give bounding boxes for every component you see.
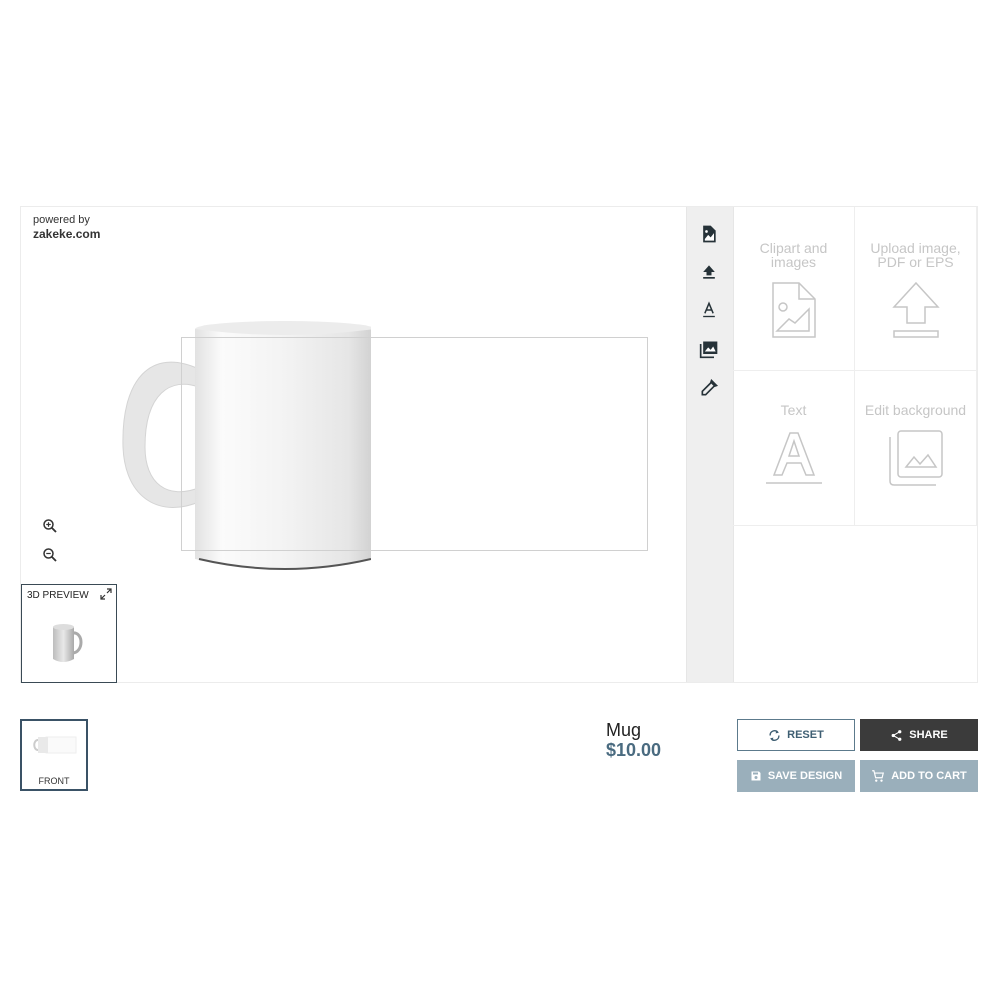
tile-edit-background[interactable]: Edit background <box>855 371 977 526</box>
photo-library-icon <box>888 430 943 486</box>
image-file-icon[interactable] <box>699 224 719 244</box>
tools-panel: Clipart and images Upload image, PDF or … <box>733 207 977 682</box>
reset-label: RESET <box>787 729 824 741</box>
tile-upload-label: Upload image, PDF or EPS <box>870 240 961 270</box>
side-label: FRONT <box>38 776 70 786</box>
upload-icon <box>891 281 940 338</box>
zoom-out-icon[interactable] <box>41 546 59 564</box>
cart-icon <box>872 770 885 782</box>
add-to-cart-label: ADD TO CART <box>891 770 967 782</box>
expand-icon[interactable] <box>100 588 112 600</box>
tile-upload[interactable]: Upload image, PDF or EPS <box>855 207 977 371</box>
product-name: Mug <box>606 720 642 740</box>
share-button[interactable]: SHARE <box>860 719 978 751</box>
save-design-button[interactable]: SAVE DESIGN <box>737 760 855 792</box>
side-thumbnail-front[interactable]: FRONT <box>20 719 88 791</box>
photo-library-icon[interactable] <box>699 339 719 359</box>
powered-by-site[interactable]: zakeke.com <box>33 227 100 241</box>
tile-edit-background-label: Edit background <box>864 402 967 418</box>
image-file-icon <box>771 282 816 338</box>
tile-clipart-label: Clipart and images <box>759 240 828 270</box>
text-icon <box>765 432 822 484</box>
reset-button[interactable]: RESET <box>737 719 855 751</box>
share-label: SHARE <box>909 729 948 741</box>
product-price: $10.00 <box>606 740 662 760</box>
tile-clipart[interactable]: Clipart and images <box>733 207 855 371</box>
eyedropper-icon[interactable] <box>699 378 719 398</box>
upload-icon[interactable] <box>699 262 719 282</box>
customizer-frame: powered by zakeke.com 3D PREVIEW Clipart… <box>20 206 978 683</box>
add-to-cart-button[interactable]: ADD TO CART <box>860 760 978 792</box>
share-icon <box>891 729 902 741</box>
tile-text-label: Text <box>780 402 807 418</box>
powered-by-text: powered by <box>33 214 90 226</box>
mug-side-thumbnail <box>33 736 77 754</box>
powered-by: powered by zakeke.com <box>33 213 100 242</box>
mug-3d-thumbnail <box>53 624 83 662</box>
zoom-in-icon[interactable] <box>41 517 59 535</box>
print-area[interactable] <box>181 337 648 551</box>
tools-sidebar <box>686 207 734 682</box>
design-canvas[interactable]: powered by zakeke.com 3D PREVIEW <box>21 207 686 683</box>
text-icon[interactable] <box>699 300 719 320</box>
3d-preview-label: 3D PREVIEW <box>27 590 89 601</box>
tile-text[interactable]: Text <box>733 371 855 526</box>
save-design-label: SAVE DESIGN <box>767 770 843 782</box>
refresh-icon <box>769 729 780 741</box>
3d-preview[interactable]: 3D PREVIEW <box>21 584 117 683</box>
save-icon <box>751 771 761 781</box>
